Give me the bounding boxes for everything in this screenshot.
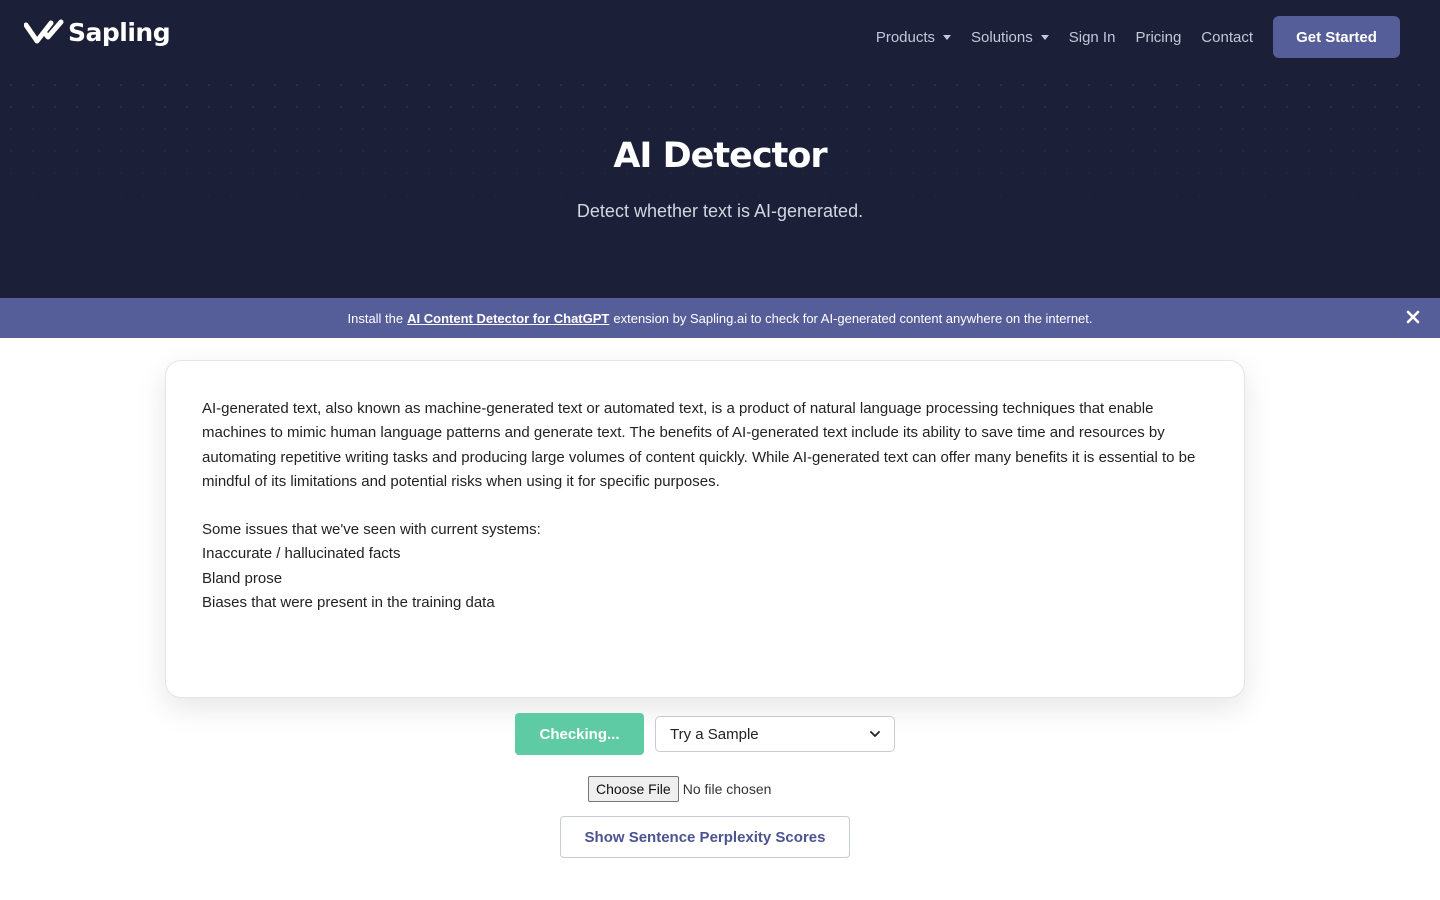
sapling-logo-icon <box>24 19 64 44</box>
editor-blank-line <box>202 494 1208 518</box>
file-status: No file chosen <box>682 781 772 797</box>
nav-solutions[interactable]: Solutions <box>971 29 1049 46</box>
hero-background-fade <box>0 74 1440 298</box>
brand-logo[interactable]: Sapling <box>24 18 171 48</box>
editor-paragraph: AI-generated text, also known as machine… <box>202 400 1196 490</box>
get-started-button[interactable]: Get Started <box>1273 16 1400 58</box>
nav-products-label: Products <box>875 28 936 46</box>
show-perplexity-button[interactable]: Show Sentence Perplexity Scores <box>560 816 850 858</box>
nav-solutions-label: Solutions <box>971 28 1033 46</box>
nav-products[interactable]: Products <box>875 28 952 46</box>
caret-down-icon <box>943 34 952 40</box>
caret-down-icon <box>1040 34 1049 40</box>
brand-name: Sapling <box>68 18 171 47</box>
nav-links: Products Solutions Sign In Pricing Conta… <box>856 16 1400 58</box>
check-button[interactable]: Checking... <box>515 713 644 755</box>
text-editor[interactable]: AI-generated text, also known as machine… <box>165 360 1245 698</box>
nav-contact[interactable]: Contact <box>1201 29 1253 46</box>
extension-banner: Install the AI Content Detector for Chat… <box>0 298 1440 338</box>
editor-line: Some issues that we've seen with current… <box>202 521 541 539</box>
editor-line: Bland prose <box>202 569 283 587</box>
nav-pricing-label: Pricing <box>1135 28 1182 46</box>
choose-file-button[interactable]: Choose File <box>588 776 679 802</box>
navbar: Sapling Products Solutions Sign In Prici… <box>0 0 1440 74</box>
nav-pricing[interactable]: Pricing <box>1135 29 1181 46</box>
hero: AI Detector Detect whether text is AI-ge… <box>0 74 1440 298</box>
chevron-down-icon <box>870 731 880 737</box>
banner-prefix: Install the <box>347 310 404 326</box>
sample-select-value: Try a Sample <box>670 725 759 743</box>
banner-suffix: extension by Sapling.ai to check for AI-… <box>613 310 1093 326</box>
nav-sign-in[interactable]: Sign In <box>1069 29 1116 46</box>
nav-sign-in-label: Sign In <box>1068 28 1116 46</box>
close-icon[interactable] <box>1406 310 1420 324</box>
sample-select[interactable]: Try a Sample <box>655 716 895 752</box>
nav-contact-label: Contact <box>1201 28 1253 46</box>
page-subtitle: Detect whether text is AI-generated. <box>576 201 864 221</box>
editor-line: Biases that were present in the training… <box>202 594 495 612</box>
page-title: AI Detector <box>613 136 827 176</box>
extension-link[interactable]: AI Content Detector for ChatGPT <box>407 311 609 326</box>
file-input: Choose File No file chosen <box>588 776 771 802</box>
editor-line: Inaccurate / hallucinated facts <box>202 545 401 563</box>
